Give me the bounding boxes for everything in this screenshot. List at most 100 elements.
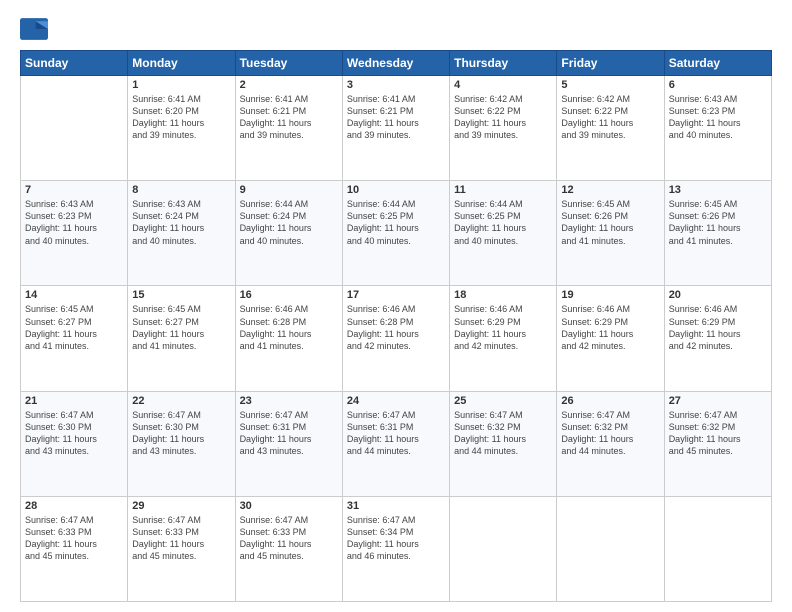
calendar-cell: 29 Sunrise: 6:47 AMSunset: 6:33 PMDayligh… xyxy=(128,496,235,601)
day-number: 25 xyxy=(454,395,552,407)
day-info: Sunrise: 6:47 AMSunset: 6:31 PMDaylight:… xyxy=(347,409,445,458)
day-info: Sunrise: 6:46 AMSunset: 6:29 PMDaylight:… xyxy=(454,303,552,352)
calendar-cell: 24 Sunrise: 6:47 AMSunset: 6:31 PMDayligh… xyxy=(342,391,449,496)
calendar-cell: 18 Sunrise: 6:46 AMSunset: 6:29 PMDayligh… xyxy=(450,286,557,391)
weekday-header-wednesday: Wednesday xyxy=(342,51,449,76)
calendar-cell: 20 Sunrise: 6:46 AMSunset: 6:29 PMDayligh… xyxy=(664,286,771,391)
day-number: 31 xyxy=(347,500,445,512)
calendar-cell: 16 Sunrise: 6:46 AMSunset: 6:28 PMDayligh… xyxy=(235,286,342,391)
calendar-cell xyxy=(557,496,664,601)
calendar-cell: 1Sunrise: 6:41 AMSunset: 6:20 PMDaylight… xyxy=(128,76,235,181)
day-info: Sunrise: 6:47 AMSunset: 6:32 PMDaylight:… xyxy=(454,409,552,458)
calendar-week-row: 1Sunrise: 6:41 AMSunset: 6:20 PMDaylight… xyxy=(21,76,772,181)
day-info: Sunrise: 6:43 AMSunset: 6:23 PMDaylight:… xyxy=(25,198,123,247)
day-number: 28 xyxy=(25,500,123,512)
calendar-week-row: 21 Sunrise: 6:47 AMSunset: 6:30 PMDayligh… xyxy=(21,391,772,496)
day-info: Sunrise: 6:45 AMSunset: 6:27 PMDaylight:… xyxy=(132,303,230,352)
calendar-cell: 22 Sunrise: 6:47 AMSunset: 6:30 PMDayligh… xyxy=(128,391,235,496)
calendar-cell: 8 Sunrise: 6:43 AMSunset: 6:24 PMDaylight… xyxy=(128,181,235,286)
calendar-cell: 23 Sunrise: 6:47 AMSunset: 6:31 PMDayligh… xyxy=(235,391,342,496)
day-number: 29 xyxy=(132,500,230,512)
calendar-week-row: 7 Sunrise: 6:43 AMSunset: 6:23 PMDaylight… xyxy=(21,181,772,286)
calendar-cell: 26 Sunrise: 6:47 AMSunset: 6:32 PMDayligh… xyxy=(557,391,664,496)
day-info: Sunrise: 6:47 AMSunset: 6:30 PMDaylight:… xyxy=(25,409,123,458)
calendar-cell xyxy=(450,496,557,601)
calendar-week-row: 14 Sunrise: 6:45 AMSunset: 6:27 PMDayligh… xyxy=(21,286,772,391)
day-info: Sunrise: 6:45 AMSunset: 6:27 PMDaylight:… xyxy=(25,303,123,352)
calendar-cell: 27 Sunrise: 6:47 AMSunset: 6:32 PMDayligh… xyxy=(664,391,771,496)
calendar-cell: 4Sunrise: 6:42 AMSunset: 6:22 PMDaylight… xyxy=(450,76,557,181)
day-number: 26 xyxy=(561,395,659,407)
day-number: 23 xyxy=(240,395,338,407)
day-info: Sunrise: 6:47 AMSunset: 6:31 PMDaylight:… xyxy=(240,409,338,458)
day-info: Sunrise: 6:47 AMSunset: 6:32 PMDaylight:… xyxy=(669,409,767,458)
day-info: Sunrise: 6:47 AMSunset: 6:32 PMDaylight:… xyxy=(561,409,659,458)
day-number: 8 xyxy=(132,184,230,196)
day-number: 17 xyxy=(347,289,445,301)
logo-area xyxy=(20,18,52,40)
calendar-cell: 6Sunrise: 6:43 AMSunset: 6:23 PMDaylight… xyxy=(664,76,771,181)
day-number: 7 xyxy=(25,184,123,196)
calendar-cell: 7 Sunrise: 6:43 AMSunset: 6:23 PMDaylight… xyxy=(21,181,128,286)
day-info: Sunrise: 6:47 AMSunset: 6:33 PMDaylight:… xyxy=(132,514,230,563)
logo xyxy=(20,18,52,40)
day-number: 9 xyxy=(240,184,338,196)
day-info: Sunrise: 6:47 AMSunset: 6:34 PMDaylight:… xyxy=(347,514,445,563)
day-number: 1 xyxy=(132,79,230,91)
day-number: 16 xyxy=(240,289,338,301)
calendar-cell: 17 Sunrise: 6:46 AMSunset: 6:28 PMDayligh… xyxy=(342,286,449,391)
day-number: 5 xyxy=(561,79,659,91)
day-info: Sunrise: 6:46 AMSunset: 6:29 PMDaylight:… xyxy=(669,303,767,352)
day-number: 21 xyxy=(25,395,123,407)
day-number: 27 xyxy=(669,395,767,407)
day-info: Sunrise: 6:43 AMSunset: 6:24 PMDaylight:… xyxy=(132,198,230,247)
calendar-cell: 25 Sunrise: 6:47 AMSunset: 6:32 PMDayligh… xyxy=(450,391,557,496)
calendar-cell: 14 Sunrise: 6:45 AMSunset: 6:27 PMDayligh… xyxy=(21,286,128,391)
day-info: Sunrise: 6:46 AMSunset: 6:28 PMDaylight:… xyxy=(240,303,338,352)
day-info: Sunrise: 6:44 AMSunset: 6:25 PMDaylight:… xyxy=(454,198,552,247)
day-info: Sunrise: 6:42 AMSunset: 6:22 PMDaylight:… xyxy=(561,93,659,142)
calendar-cell: 15 Sunrise: 6:45 AMSunset: 6:27 PMDayligh… xyxy=(128,286,235,391)
day-number: 3 xyxy=(347,79,445,91)
calendar-body: 1Sunrise: 6:41 AMSunset: 6:20 PMDaylight… xyxy=(21,76,772,602)
day-info: Sunrise: 6:47 AMSunset: 6:33 PMDaylight:… xyxy=(25,514,123,563)
calendar-header-row: SundayMondayTuesdayWednesdayThursdayFrid… xyxy=(21,51,772,76)
page: SundayMondayTuesdayWednesdayThursdayFrid… xyxy=(0,0,792,612)
generalblue-logo-icon xyxy=(20,18,48,40)
calendar-cell: 13 Sunrise: 6:45 AMSunset: 6:26 PMDayligh… xyxy=(664,181,771,286)
day-number: 19 xyxy=(561,289,659,301)
calendar-cell xyxy=(21,76,128,181)
day-number: 11 xyxy=(454,184,552,196)
day-number: 4 xyxy=(454,79,552,91)
day-number: 24 xyxy=(347,395,445,407)
day-info: Sunrise: 6:46 AMSunset: 6:29 PMDaylight:… xyxy=(561,303,659,352)
day-number: 6 xyxy=(669,79,767,91)
calendar-table: SundayMondayTuesdayWednesdayThursdayFrid… xyxy=(20,50,772,602)
calendar-week-row: 28 Sunrise: 6:47 AMSunset: 6:33 PMDayligh… xyxy=(21,496,772,601)
day-number: 18 xyxy=(454,289,552,301)
day-info: Sunrise: 6:45 AMSunset: 6:26 PMDaylight:… xyxy=(669,198,767,247)
calendar-cell: 30Sunrise: 6:47 AMSunset: 6:33 PMDayligh… xyxy=(235,496,342,601)
weekday-header-tuesday: Tuesday xyxy=(235,51,342,76)
weekday-header-sunday: Sunday xyxy=(21,51,128,76)
weekday-header-friday: Friday xyxy=(557,51,664,76)
day-number: 15 xyxy=(132,289,230,301)
day-number: 22 xyxy=(132,395,230,407)
day-number: 14 xyxy=(25,289,123,301)
day-info: Sunrise: 6:46 AMSunset: 6:28 PMDaylight:… xyxy=(347,303,445,352)
calendar-cell: 3 Sunrise: 6:41 AMSunset: 6:21 PMDaylight… xyxy=(342,76,449,181)
day-number: 2 xyxy=(240,79,338,91)
calendar-cell: 31 Sunrise: 6:47 AMSunset: 6:34 PMDayligh… xyxy=(342,496,449,601)
day-number: 20 xyxy=(669,289,767,301)
day-number: 12 xyxy=(561,184,659,196)
day-info: Sunrise: 6:41 AMSunset: 6:21 PMDaylight:… xyxy=(347,93,445,142)
calendar-cell: 10Sunrise: 6:44 AMSunset: 6:25 PMDayligh… xyxy=(342,181,449,286)
calendar-cell xyxy=(664,496,771,601)
calendar-cell: 19 Sunrise: 6:46 AMSunset: 6:29 PMDayligh… xyxy=(557,286,664,391)
day-number: 13 xyxy=(669,184,767,196)
weekday-header-saturday: Saturday xyxy=(664,51,771,76)
day-info: Sunrise: 6:47 AMSunset: 6:30 PMDaylight:… xyxy=(132,409,230,458)
day-info: Sunrise: 6:47 AMSunset: 6:33 PMDaylight:… xyxy=(240,514,338,563)
weekday-header-monday: Monday xyxy=(128,51,235,76)
header xyxy=(20,18,772,40)
